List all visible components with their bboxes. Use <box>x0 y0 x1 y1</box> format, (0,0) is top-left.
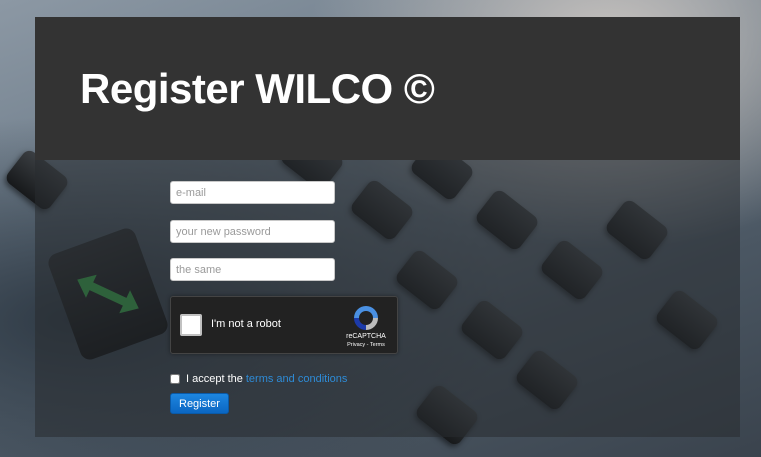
recaptcha-links: Privacy - Terms <box>334 342 398 348</box>
header: Register WILCO © <box>35 17 740 160</box>
recaptcha-logo-icon <box>354 306 378 330</box>
recaptcha-terms-link[interactable]: Terms <box>370 342 385 348</box>
recaptcha-privacy-link[interactable]: Privacy <box>347 342 365 348</box>
page-title: Register WILCO © <box>80 64 435 112</box>
recaptcha-brand: reCAPTCHA <box>346 333 386 340</box>
accept-terms-label: I accept the <box>186 373 243 385</box>
accept-terms-checkbox[interactable] <box>170 374 180 384</box>
register-panel: Register WILCO © I'm not a robot reCAPTC… <box>35 17 740 437</box>
terms-row: I accept the terms and conditions <box>170 373 347 385</box>
register-button[interactable]: Register <box>170 393 229 414</box>
confirm-password-field[interactable] <box>170 258 335 281</box>
password-field[interactable] <box>170 220 335 243</box>
email-field[interactable] <box>170 181 335 204</box>
recaptcha-label: I'm not a robot <box>211 318 281 330</box>
recaptcha-checkbox[interactable] <box>180 314 202 336</box>
terms-link[interactable]: terms and conditions <box>246 373 348 385</box>
recaptcha-widget: I'm not a robot reCAPTCHA Privacy - Term… <box>170 296 398 354</box>
